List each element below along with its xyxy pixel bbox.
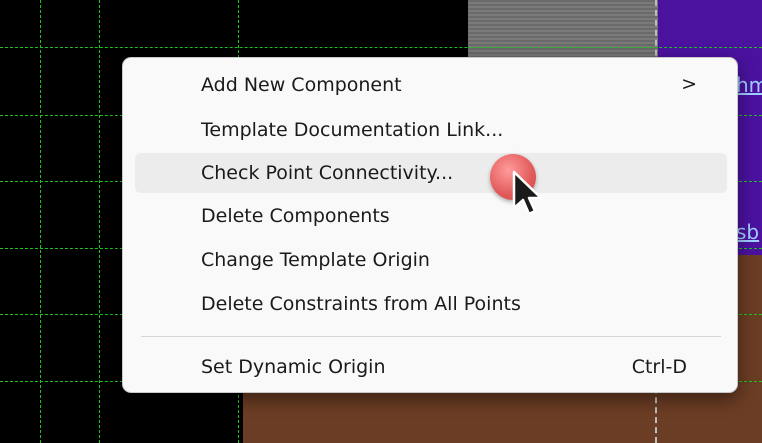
menu-item-delete-constraints[interactable]: Delete Constraints from All Points	[135, 284, 727, 324]
shortcut-label: Ctrl-D	[631, 356, 687, 378]
menu-item-template-documentation-link[interactable]: Template Documentation Link...	[135, 110, 727, 150]
grid-line	[40, 0, 41, 443]
menu-item-add-new-component[interactable]: Add New Component >	[135, 65, 727, 105]
grid-line	[99, 0, 100, 443]
menu-item-delete-components[interactable]: Delete Components	[135, 196, 727, 236]
chevron-right-icon: >	[681, 73, 697, 95]
menu-item-label: Set Dynamic Origin	[201, 356, 386, 378]
grey-component-block	[468, 0, 658, 60]
menu-item-label: Template Documentation Link...	[201, 119, 504, 141]
menu-separator	[141, 336, 721, 337]
grid-line	[0, 47, 762, 48]
partial-link-label[interactable]: hm	[736, 73, 762, 97]
context-menu: Add New Component > Template Documentati…	[122, 57, 738, 393]
menu-item-label: Change Template Origin	[201, 249, 430, 271]
menu-item-label: Delete Components	[201, 205, 390, 227]
menu-item-set-dynamic-origin[interactable]: Set Dynamic Origin Ctrl-D	[135, 347, 727, 387]
menu-item-label: Delete Constraints from All Points	[201, 293, 521, 315]
arrow-pointer-icon	[512, 170, 543, 216]
menu-item-change-template-origin[interactable]: Change Template Origin	[135, 240, 727, 280]
menu-item-check-point-connectivity[interactable]: Check Point Connectivity...	[135, 153, 727, 193]
menu-item-label: Check Point Connectivity...	[201, 162, 454, 184]
menu-item-label: Add New Component	[201, 74, 402, 96]
partial-link-label[interactable]: sb	[736, 220, 759, 244]
